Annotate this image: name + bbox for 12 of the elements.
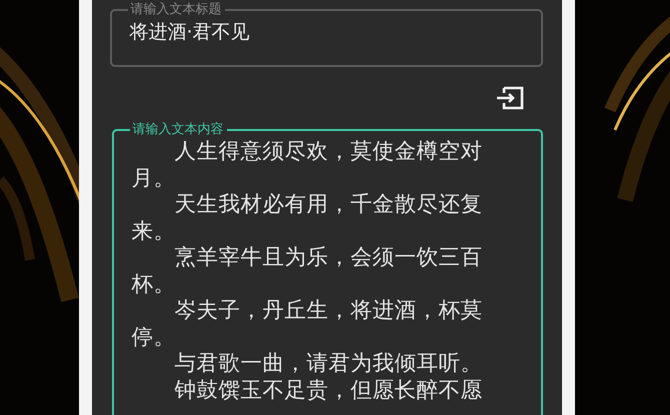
field-label: 请输入文本内容 xyxy=(132,123,224,137)
content-field[interactable]: 请输入文本内容 人生得意须尽欢，莫使金樽空对月。 天生我材必有用，千金散尽还复来。 烹羊宰牛且为乐，会须一饮三百杯。 岑夫子，丹丘生，将进酒，杯莫停。 与君歌一曲，请君为我倾耳听。 钟鼓馔玉不足贵，但愿长醉不愿 xyxy=(112,123,542,415)
title-field[interactable]: 请输入文本标题 将进酒·君不见 xyxy=(110,3,542,67)
text-paragraph: 天生我材必有用，千金散尽还复来。 xyxy=(132,192,484,245)
text-paragraph: 岑夫子，丹丘生，将进酒，杯莫停。 xyxy=(132,298,484,351)
field-label: 请输入文本标题 xyxy=(130,3,222,17)
title-value: 将进酒·君不见 xyxy=(130,20,251,45)
text-paragraph: 人生得意须尽欢，莫使金樽空对月。 xyxy=(132,139,484,192)
arrow-into-box-icon[interactable] xyxy=(494,86,524,110)
text-paragraph: 钟鼓馔玉不足贵，但愿长醉不愿 xyxy=(174,378,484,404)
text-paragraph: 烹羊宰牛且为乐，会须一饮三百杯。 xyxy=(132,245,484,298)
text-paragraph: 与君歌一曲，请君为我倾耳听。 xyxy=(174,351,484,378)
